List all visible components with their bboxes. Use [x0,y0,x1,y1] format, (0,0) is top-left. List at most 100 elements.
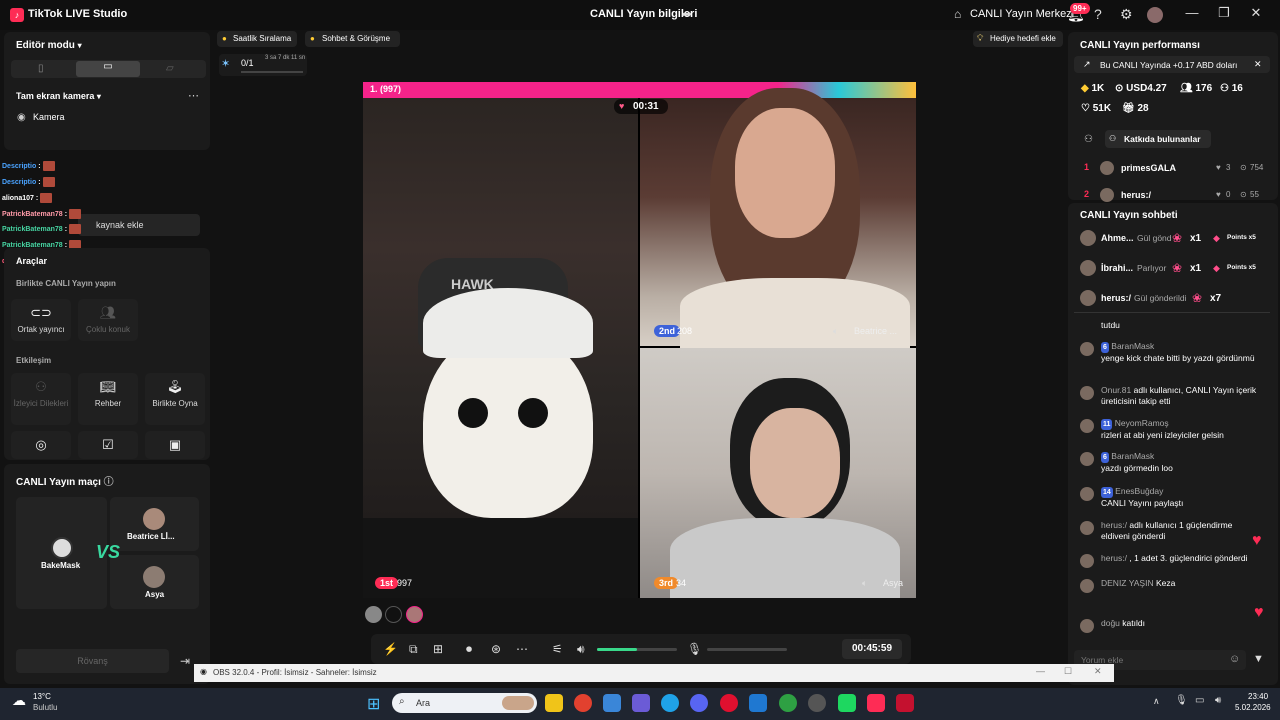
volume-icon[interactable]: 🔊︎ [1215,695,1221,706]
tool-tile[interactable]: ▣ [145,431,205,459]
display-icon[interactable]: ▭ [1195,695,1204,706]
heart-icon: ♥ [1252,532,1262,549]
play-together-label: Birlikte Oyna [152,399,198,408]
obs-maximize[interactable]: ☐ [1064,666,1072,677]
gift-sender[interactable]: herus:/ [1101,293,1131,303]
edge-icon[interactable] [661,694,679,712]
tools-title: Araçlar [16,256,48,266]
tiktok-icon[interactable] [867,694,885,712]
diamond-icon: ◆ [1081,83,1089,94]
interaction-title: Etkileşim [16,356,52,365]
maximize-button[interactable]: ❐ [1214,5,1234,21]
info-icon[interactable]: ⓘ [104,477,114,488]
speaker-icon[interactable]: 🔈︎ [862,578,867,589]
gift-icon: 🎁︎ [1122,103,1135,114]
contributor-name[interactable]: primesGALA [1121,163,1176,173]
windows-start-icon[interactable]: ⊞ [367,694,380,714]
trend-icon: ↗ [1083,59,1091,69]
microphone-icon[interactable]: 🎙︎ [687,642,702,656]
tool-tile[interactable]: ◎ [11,431,71,459]
settings-sliders-icon[interactable]: ⚟ [552,642,563,656]
viewer-wishes-button[interactable]: ⚇ İzleyici Dilekleri [11,373,71,425]
chat-text: CANLI Yayını paylaştı [1101,498,1184,508]
chat-username[interactable]: EnesBuğday [1115,486,1163,496]
file-explorer-icon[interactable] [545,694,563,712]
guide-button[interactable]: 📖︎ Rehber [78,373,138,425]
portrait-icon[interactable]: ▯ [38,63,44,74]
gifters-value: 28 [1137,103,1149,114]
more-icon[interactable]: ⋯ [188,89,199,102]
chrome-icon[interactable] [779,694,797,712]
more-icon[interactable]: ⋯ [516,642,528,656]
scene-dropdown[interactable]: Tam ekran kamera ▾ [16,91,101,101]
co-host-button[interactable]: ⊂⊃ Ortak yayıncı [11,299,71,341]
add-scene-icon[interactable]: ⊞ [433,642,443,656]
chrome-icon[interactable] [574,694,592,712]
chevron-up-icon[interactable]: ∧ [1153,696,1160,707]
chat-panel [1068,203,1278,685]
chat-username[interactable]: herus:/ [1101,553,1127,563]
minimize-button[interactable]: — [1182,5,1202,20]
microphone-icon[interactable]: 🎙︎ [1175,695,1188,706]
live-center-button[interactable]: CANLI Yayın Merkezi [970,8,1074,20]
chat-username[interactable]: doğu [1101,618,1120,628]
level-badge: 11 [1101,419,1113,430]
exit-icon[interactable]: ⇥ [180,654,190,668]
help-icon[interactable]: ? [1094,6,1102,22]
effects-icon[interactable]: ⊛ [491,642,501,656]
emoji-icon[interactable]: ☺ [1229,653,1240,665]
layout-icon[interactable]: ⧉ [409,642,418,657]
share-icon[interactable]: ➦ [682,7,692,21]
chat-username[interactable]: NeyomRamoş [1115,418,1169,428]
speaker-icon[interactable]: 🔈︎ [833,326,838,337]
dual-icon[interactable]: ▱ [166,63,174,74]
magic-wand-icon[interactable]: ⚡ [383,642,398,656]
obs-close[interactable]: ✕ [1094,666,1102,677]
chat-overlay-line: Descriptio: [2,177,55,187]
user-add-icon[interactable]: ⚇ [1084,134,1093,145]
player-name: Asya [883,578,904,588]
multi-guest-button[interactable]: 👥︎ Çoklu konuk [78,299,138,341]
obs-minimize[interactable]: — [1036,666,1045,676]
chat-username[interactable]: BaranMask [1111,341,1154,351]
notification-badge: 99+ [1070,3,1090,14]
play-together-button[interactable]: 🕹︎ Birlikte Oyna [145,373,205,425]
chat-username[interactable]: Onur.81 [1101,385,1131,395]
store-icon[interactable] [603,694,621,712]
avatar[interactable] [1147,7,1163,23]
level-badge: 14 [1101,487,1113,498]
chat-username[interactable]: BaranMask [1111,451,1154,461]
app-title: TikTok LIVE Studio [28,8,128,20]
chat-username[interactable]: herus:/ [1101,520,1127,530]
chat-text: tutdu [1101,320,1120,330]
whatsapp-icon[interactable] [838,694,856,712]
heart-icon: ♡ [1081,103,1090,114]
discord-icon[interactable] [690,694,708,712]
volume-icon[interactable]: 🔊︎ [577,642,585,657]
mic-slider[interactable] [707,648,787,651]
contributor-name[interactable]: herus:/ [1121,190,1151,200]
chat-text: yenge kick chate bitti by yazdı gördünmü [1101,353,1255,363]
teams-icon[interactable] [632,694,650,712]
filter-icon[interactable]: ▼ [1253,653,1264,665]
editor-mode-dropdown[interactable]: Editör modu ▾ [16,40,82,51]
close-button[interactable]: ✕ [1246,5,1266,21]
close-icon[interactable]: ✕ [1254,59,1262,70]
volume-slider[interactable] [597,648,677,651]
gift-sender[interactable]: İbrahi... [1101,263,1133,273]
joystick-icon: 🕹︎ [166,379,184,394]
obs-app-icon[interactable] [808,694,826,712]
rematch-button[interactable]: Rövanş [16,649,169,673]
record-icon[interactable]: ⏺ [466,642,472,657]
landscape-icon[interactable]: ▭ [76,61,140,77]
gear-icon[interactable]: ⚙ [1120,6,1133,23]
chat-username[interactable]: DENIZ YAŞIN [1101,578,1154,588]
multi-guest-label: Çoklu konuk [85,325,131,334]
youtube-icon[interactable] [896,694,914,712]
gift-sender[interactable]: Ahme... [1101,233,1134,243]
opera-icon[interactable] [720,694,738,712]
chat-text: , 1 adet 3. güçlendirici gönderdi [1129,553,1248,563]
mail-icon[interactable] [749,694,767,712]
tool-tile[interactable]: ☑ [78,431,138,459]
camera-source[interactable]: Kamera [33,112,65,122]
